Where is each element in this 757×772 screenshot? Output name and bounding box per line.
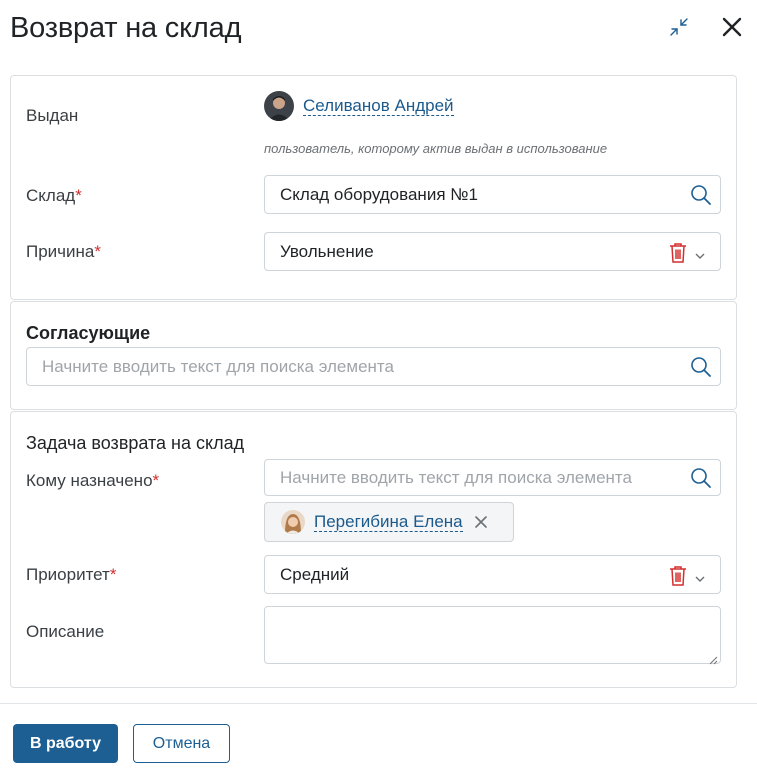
priority-label: Приоритет* — [26, 565, 117, 584]
cancel-button[interactable]: Отмена — [133, 724, 230, 763]
search-icon[interactable] — [690, 356, 712, 378]
assignee-chip: Перегибина Елена — [264, 502, 514, 542]
approvers-card: Согласующие Начните вводить текст для по… — [10, 301, 737, 410]
assignee-placeholder: Начните вводить текст для поиска элемент… — [280, 467, 632, 487]
trash-icon[interactable] — [668, 242, 688, 263]
warehouse-value: Склад оборудования №1 — [280, 184, 478, 204]
approvers-search-input[interactable]: Начните вводить текст для поиска элемент… — [26, 347, 721, 386]
avatar — [281, 510, 305, 534]
dialog-title: Возврат на склад — [10, 12, 242, 44]
close-icon[interactable] — [473, 514, 489, 530]
priority-value: Средний — [280, 564, 350, 584]
reason-select[interactable]: Увольнение — [264, 232, 721, 271]
issued-hint: пользователь, которому актив выдан в исп… — [264, 141, 608, 156]
start-work-button[interactable]: В работу — [13, 724, 118, 763]
footer-divider — [0, 703, 757, 704]
avatar — [264, 91, 294, 121]
task-card: Задача возврата на склад Кому назначено*… — [10, 411, 737, 688]
chevron-down-icon[interactable] — [694, 569, 706, 582]
reason-label: Причина* — [26, 242, 101, 261]
priority-select[interactable]: Средний — [264, 555, 721, 594]
assignee-search-input[interactable]: Начните вводить текст для поиска элемент… — [264, 459, 721, 496]
approvers-title: Согласующие — [26, 323, 151, 343]
issued-label: Выдан — [26, 106, 79, 125]
assignee-label: Кому назначено* — [26, 471, 160, 490]
approvers-placeholder: Начните вводить текст для поиска элемент… — [42, 356, 394, 376]
warehouse-label: Склад* — [26, 186, 82, 205]
description-textarea[interactable] — [264, 606, 721, 665]
search-icon[interactable] — [690, 184, 712, 206]
close-icon[interactable] — [719, 14, 745, 40]
details-card: Выдан Селиванов Андрей пользователь, кот… — [10, 75, 737, 300]
chevron-down-icon[interactable] — [694, 246, 706, 259]
issued-user[interactable]: Селиванов Андрей — [264, 91, 454, 121]
issued-user-link[interactable]: Селиванов Андрей — [303, 96, 454, 116]
resize-handle-icon[interactable] — [709, 652, 718, 665]
trash-icon[interactable] — [668, 565, 688, 586]
reason-value: Увольнение — [280, 241, 374, 261]
collapse-icon[interactable] — [668, 16, 690, 38]
task-title: Задача возврата на склад — [26, 433, 245, 453]
assignee-link[interactable]: Перегибина Елена — [314, 512, 463, 532]
warehouse-field[interactable]: Склад оборудования №1 — [264, 175, 721, 214]
description-label: Описание — [26, 622, 105, 641]
search-icon[interactable] — [690, 467, 712, 489]
